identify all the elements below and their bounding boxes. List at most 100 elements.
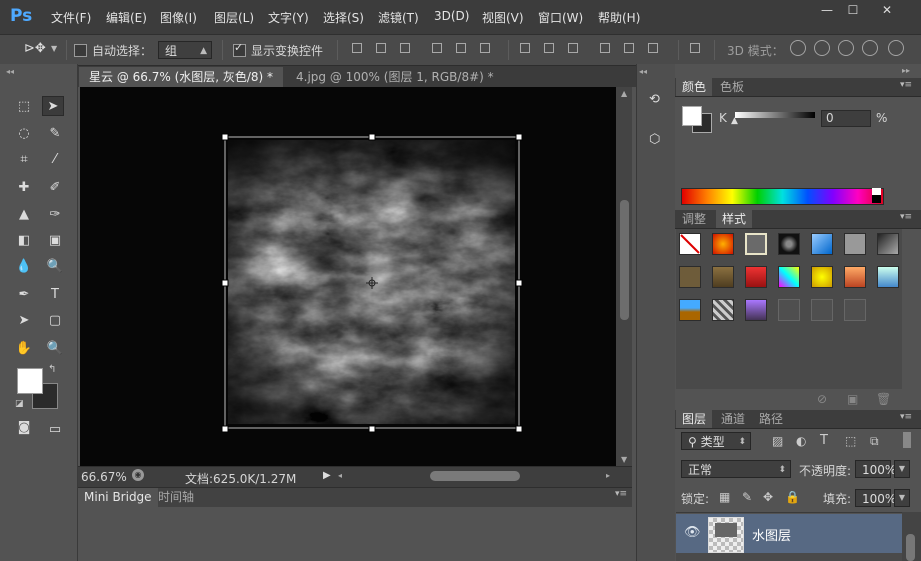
menu-edit[interactable]: 编辑(E) — [106, 9, 147, 26]
lasso-tool-icon[interactable]: ◌ — [13, 124, 35, 144]
style-swatch[interactable] — [811, 266, 833, 288]
k-slider-track[interactable] — [735, 112, 815, 118]
fill-slider-arrow-icon[interactable]: ▼ — [894, 489, 910, 507]
maximize-button[interactable]: ☐ — [842, 4, 864, 18]
tab-timeline[interactable]: 时间轴 — [158, 488, 194, 507]
tab-4jpg[interactable]: 4.jpg @ 100% (图层 1, RGB/8#) * × — [286, 67, 498, 104]
style-swatch[interactable] — [778, 233, 800, 255]
style-swatch[interactable] — [811, 233, 833, 255]
history-icon[interactable]: ⟲ — [649, 92, 660, 107]
menu-view[interactable]: 视图(V) — [482, 9, 524, 26]
properties-icon[interactable]: ⬡ — [649, 132, 660, 147]
foreground-color-swatch[interactable] — [17, 368, 43, 394]
gradient-tool-icon[interactable]: ▣ — [44, 231, 66, 251]
filter-pixel-icon[interactable]: ▨ — [772, 434, 783, 448]
transform-handle[interactable] — [515, 133, 523, 141]
close-button[interactable]: ✕ — [876, 4, 898, 18]
collapse-panels-icon[interactable]: ▸▸ — [902, 66, 910, 75]
style-swatch[interactable] — [844, 233, 866, 255]
auto-select-target-select[interactable]: 组 ▲ — [158, 41, 212, 59]
style-swatch[interactable] — [679, 299, 701, 321]
quick-mask-icon[interactable]: ◙ — [13, 418, 35, 438]
transform-handle[interactable] — [221, 133, 229, 141]
healing-brush-tool-icon[interactable]: ✚ — [13, 178, 35, 198]
brush-tool-icon[interactable]: ✐ — [44, 178, 66, 198]
scroll-left-icon[interactable]: ◂ — [338, 471, 342, 480]
collapse-icon[interactable]: ◂◂ — [6, 67, 14, 76]
menu-select[interactable]: 选择(S) — [323, 9, 364, 26]
quick-select-tool-icon[interactable]: ✎ — [44, 124, 66, 144]
tab-mini-bridge[interactable]: Mini Bridge — [78, 488, 158, 507]
transform-handle[interactable] — [515, 279, 523, 287]
menu-help[interactable]: 帮助(H) — [598, 9, 640, 26]
style-swatch[interactable] — [745, 266, 767, 288]
style-swatch[interactable] — [844, 266, 866, 288]
3d-scale-icon[interactable] — [888, 40, 904, 56]
blend-mode-select[interactable]: 正常 ⬍ — [681, 460, 791, 478]
style-swatch[interactable] — [877, 266, 899, 288]
move-tool-icon[interactable]: ➤ — [42, 96, 64, 116]
layer-filter-select[interactable]: ⚲ 类型 ⬍ — [681, 432, 751, 450]
distribute-hcenter-icon[interactable] — [622, 41, 636, 55]
menu-image[interactable]: 图像(I) — [160, 9, 197, 26]
new-style-icon[interactable]: ▣ — [847, 392, 858, 406]
k-slider-thumb[interactable]: ▲ — [731, 116, 738, 126]
layers-scrollbar[interactable] — [902, 512, 921, 561]
color-fg-swatch[interactable] — [682, 106, 702, 126]
history-brush-tool-icon[interactable]: ✑ — [44, 205, 66, 225]
eraser-tool-icon[interactable]: ◧ — [13, 231, 35, 251]
layer-row[interactable]: 👁 水图层 — [676, 514, 902, 553]
align-left-icon[interactable] — [430, 41, 444, 55]
align-bottom-icon[interactable] — [398, 41, 412, 55]
style-swatch[interactable] — [778, 299, 800, 321]
transform-handle[interactable] — [221, 279, 229, 287]
clear-style-icon[interactable]: ⊘ — [817, 392, 827, 406]
color-spectrum-bar[interactable] — [681, 188, 884, 205]
align-right-icon[interactable] — [478, 41, 492, 55]
spectrum-white-chip[interactable] — [872, 188, 881, 195]
distribute-vcenter-icon[interactable] — [542, 41, 556, 55]
style-swatch[interactable] — [844, 299, 866, 321]
distribute-left-icon[interactable] — [598, 41, 612, 55]
style-none-swatch[interactable] — [679, 233, 701, 255]
style-swatch[interactable] — [712, 266, 734, 288]
scroll-right-icon[interactable]: ▸ — [606, 471, 610, 480]
eye-icon[interactable]: 👁 — [684, 525, 701, 540]
layer-row-next[interactable] — [676, 553, 902, 561]
vertical-scroll-thumb[interactable] — [620, 200, 629, 320]
tab-color[interactable]: 颜色 — [676, 78, 713, 96]
expand-dock-icon[interactable]: ◂◂ — [639, 67, 647, 76]
align-top-icon[interactable] — [350, 41, 364, 55]
3d-pan-icon[interactable] — [838, 40, 854, 56]
menu-window[interactable]: 窗口(W) — [538, 9, 583, 26]
tab-channels[interactable]: 通道 — [715, 410, 751, 428]
hand-tool-icon[interactable]: ✋ — [13, 339, 35, 359]
default-colors-icon[interactable]: ◪ — [15, 399, 24, 409]
tab-swatches[interactable]: 色板 — [714, 78, 750, 96]
zoom-tool-icon[interactable]: 🔍 — [44, 339, 66, 359]
style-swatch[interactable] — [778, 266, 800, 288]
menu-type[interactable]: 文字(Y) — [268, 9, 309, 26]
opacity-input[interactable]: 100% — [855, 460, 896, 478]
distribute-top-icon[interactable] — [518, 41, 532, 55]
menu-file[interactable]: 文件(F) — [51, 9, 91, 26]
style-swatch[interactable] — [745, 299, 767, 321]
scroll-down-icon[interactable]: ▼ — [621, 455, 627, 464]
type-tool-icon[interactable]: T — [44, 285, 66, 305]
menu-filter[interactable]: 滤镜(T) — [378, 9, 419, 26]
filter-adjustment-icon[interactable]: ◐ — [796, 434, 806, 448]
delete-style-icon[interactable]: 🗑 — [876, 392, 891, 406]
tab-adjustments[interactable]: 调整 — [676, 210, 712, 228]
style-swatch[interactable] — [877, 233, 899, 255]
panel-menu-icon[interactable]: ▾≡ — [900, 212, 912, 222]
3d-orbit-icon[interactable] — [790, 40, 806, 56]
tab-nebula[interactable]: 星云 @ 66.7% (水图层, 灰色/8) * × — [79, 67, 283, 104]
auto-align-icon[interactable] — [688, 41, 702, 55]
status-info-icon[interactable]: ◉ — [132, 469, 144, 481]
menu-layer[interactable]: 图层(L) — [214, 9, 254, 26]
blur-tool-icon[interactable]: 💧 — [13, 257, 35, 277]
status-menu-arrow-icon[interactable]: ▶ — [323, 470, 331, 481]
style-swatch[interactable] — [712, 299, 734, 321]
crop-tool-icon[interactable]: ⌗ — [13, 150, 35, 170]
clone-stamp-tool-icon[interactable]: ▲ — [13, 205, 35, 225]
